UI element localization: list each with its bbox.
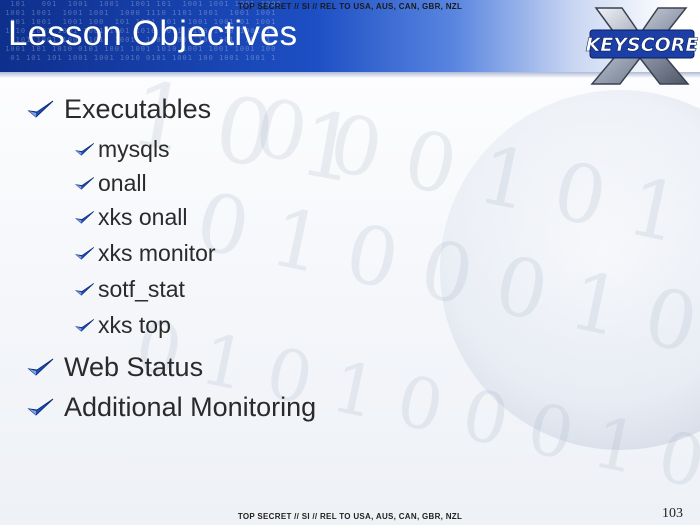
bullet-item: onall [74,170,147,197]
classification-banner-bottom: TOP SECRET // SI // REL TO USA, AUS, CAN… [237,512,463,521]
bullet-item: Additional Monitoring [26,392,316,423]
checkmark-icon [75,210,95,224]
checkmark-icon [75,318,95,332]
checkmark-icon [75,282,95,296]
bullet-item: xks monitor [74,240,216,267]
bullet-label: xks onall [98,204,188,230]
checkmark-icon [27,358,54,376]
bullet-label: onall [98,170,147,196]
watermark-digits: 1 0 1 [122,60,367,205]
bullet-item: sotf_stat [74,276,185,303]
globe-graphic [440,90,700,450]
keyscore-logo: KEYSCORE [585,7,698,85]
bullet-label: Executables [64,94,212,124]
bullet-label: Additional Monitoring [64,392,317,422]
checkmark-icon [27,398,54,416]
slide: 101 001 1001 1001 1001 101 1001 1001 100… [0,0,700,525]
page-number: 103 [662,506,683,521]
bullet-label: sotf_stat [98,276,185,302]
page-title: Lesson Objectives [8,14,298,53]
checkmark-icon [75,246,95,260]
bullet-label: xks monitor [98,240,216,266]
checkmark-icon [27,100,54,118]
bullet-label: Web Status [64,352,204,382]
checkmark-icon [75,142,95,156]
bullet-item: Web Status [26,352,203,383]
bullet-item: mysqls [74,136,170,163]
logo-text: KEYSCORE [586,34,698,56]
bullet-item: Executables [26,94,211,125]
bullet-label: mysqls [98,136,170,162]
checkmark-icon [75,176,95,190]
bullet-item: xks top [74,312,171,339]
bullet-label: xks top [98,312,171,338]
bullet-item: xks onall [74,204,187,231]
